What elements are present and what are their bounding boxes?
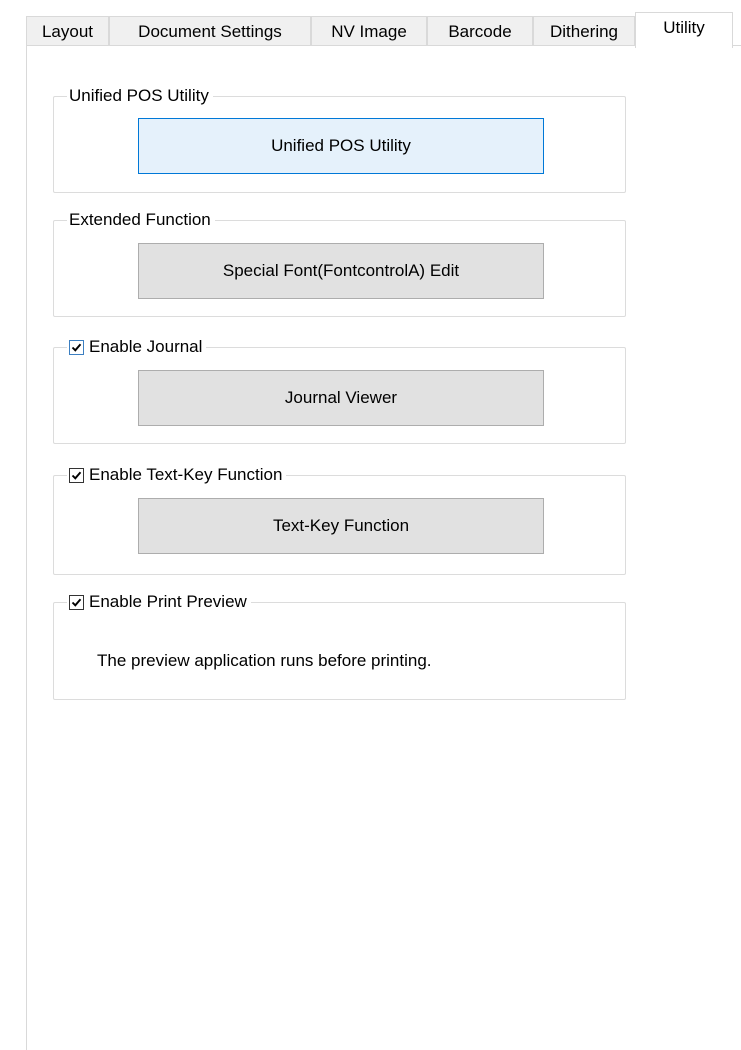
group-unified-pos-utility: Unified POS Utility Unified POS Utility	[53, 84, 626, 193]
enable-text-key-checkbox-row[interactable]: Enable Text-Key Function	[67, 463, 287, 487]
tab-barcode[interactable]: Barcode	[427, 16, 533, 46]
group-title-unified-pos-utility: Unified POS Utility	[67, 84, 213, 108]
enable-journal-checkbox-row[interactable]: Enable Journal	[67, 335, 207, 359]
tab-utility[interactable]: Utility	[635, 12, 733, 48]
checkmark-icon	[71, 471, 82, 480]
enable-print-preview-checkbox-row[interactable]: Enable Print Preview	[67, 590, 251, 614]
enable-text-key-label: Enable Text-Key Function	[89, 465, 283, 484]
group-extended-function: Extended Function Special Font(Fontcontr…	[53, 208, 626, 317]
printer-properties-utility-panel: Layout Document Settings NV Image Barcod…	[0, 0, 741, 1050]
checkmark-icon	[71, 598, 82, 607]
checkmark-icon	[71, 343, 82, 352]
special-font-edit-button[interactable]: Special Font(FontcontrolA) Edit	[138, 243, 544, 299]
group-enable-journal: Enable Journal Journal Viewer	[53, 335, 626, 444]
enable-print-preview-checkbox[interactable]	[69, 594, 84, 610]
enable-journal-checkbox[interactable]	[69, 339, 84, 355]
enable-text-key-checkbox[interactable]	[69, 467, 84, 483]
group-title-extended-function: Extended Function	[67, 208, 215, 232]
tab-document-settings[interactable]: Document Settings	[109, 16, 311, 46]
print-preview-description: The preview application runs before prin…	[97, 651, 432, 670]
text-key-function-button[interactable]: Text-Key Function	[138, 498, 544, 554]
enable-journal-label: Enable Journal	[89, 337, 203, 356]
tab-dithering[interactable]: Dithering	[533, 16, 635, 46]
tab-nv-image[interactable]: NV Image	[311, 16, 427, 46]
group-label: Unified POS Utility	[69, 86, 209, 105]
group-enable-text-key: Enable Text-Key Function Text-Key Functi…	[53, 463, 626, 575]
enable-print-preview-label: Enable Print Preview	[89, 592, 247, 611]
unified-pos-utility-button[interactable]: Unified POS Utility	[138, 118, 544, 174]
tab-layout[interactable]: Layout	[26, 16, 109, 46]
group-enable-print-preview: Enable Print Preview The preview applica…	[53, 590, 626, 700]
journal-viewer-button[interactable]: Journal Viewer	[138, 370, 544, 426]
group-label: Extended Function	[69, 210, 211, 229]
